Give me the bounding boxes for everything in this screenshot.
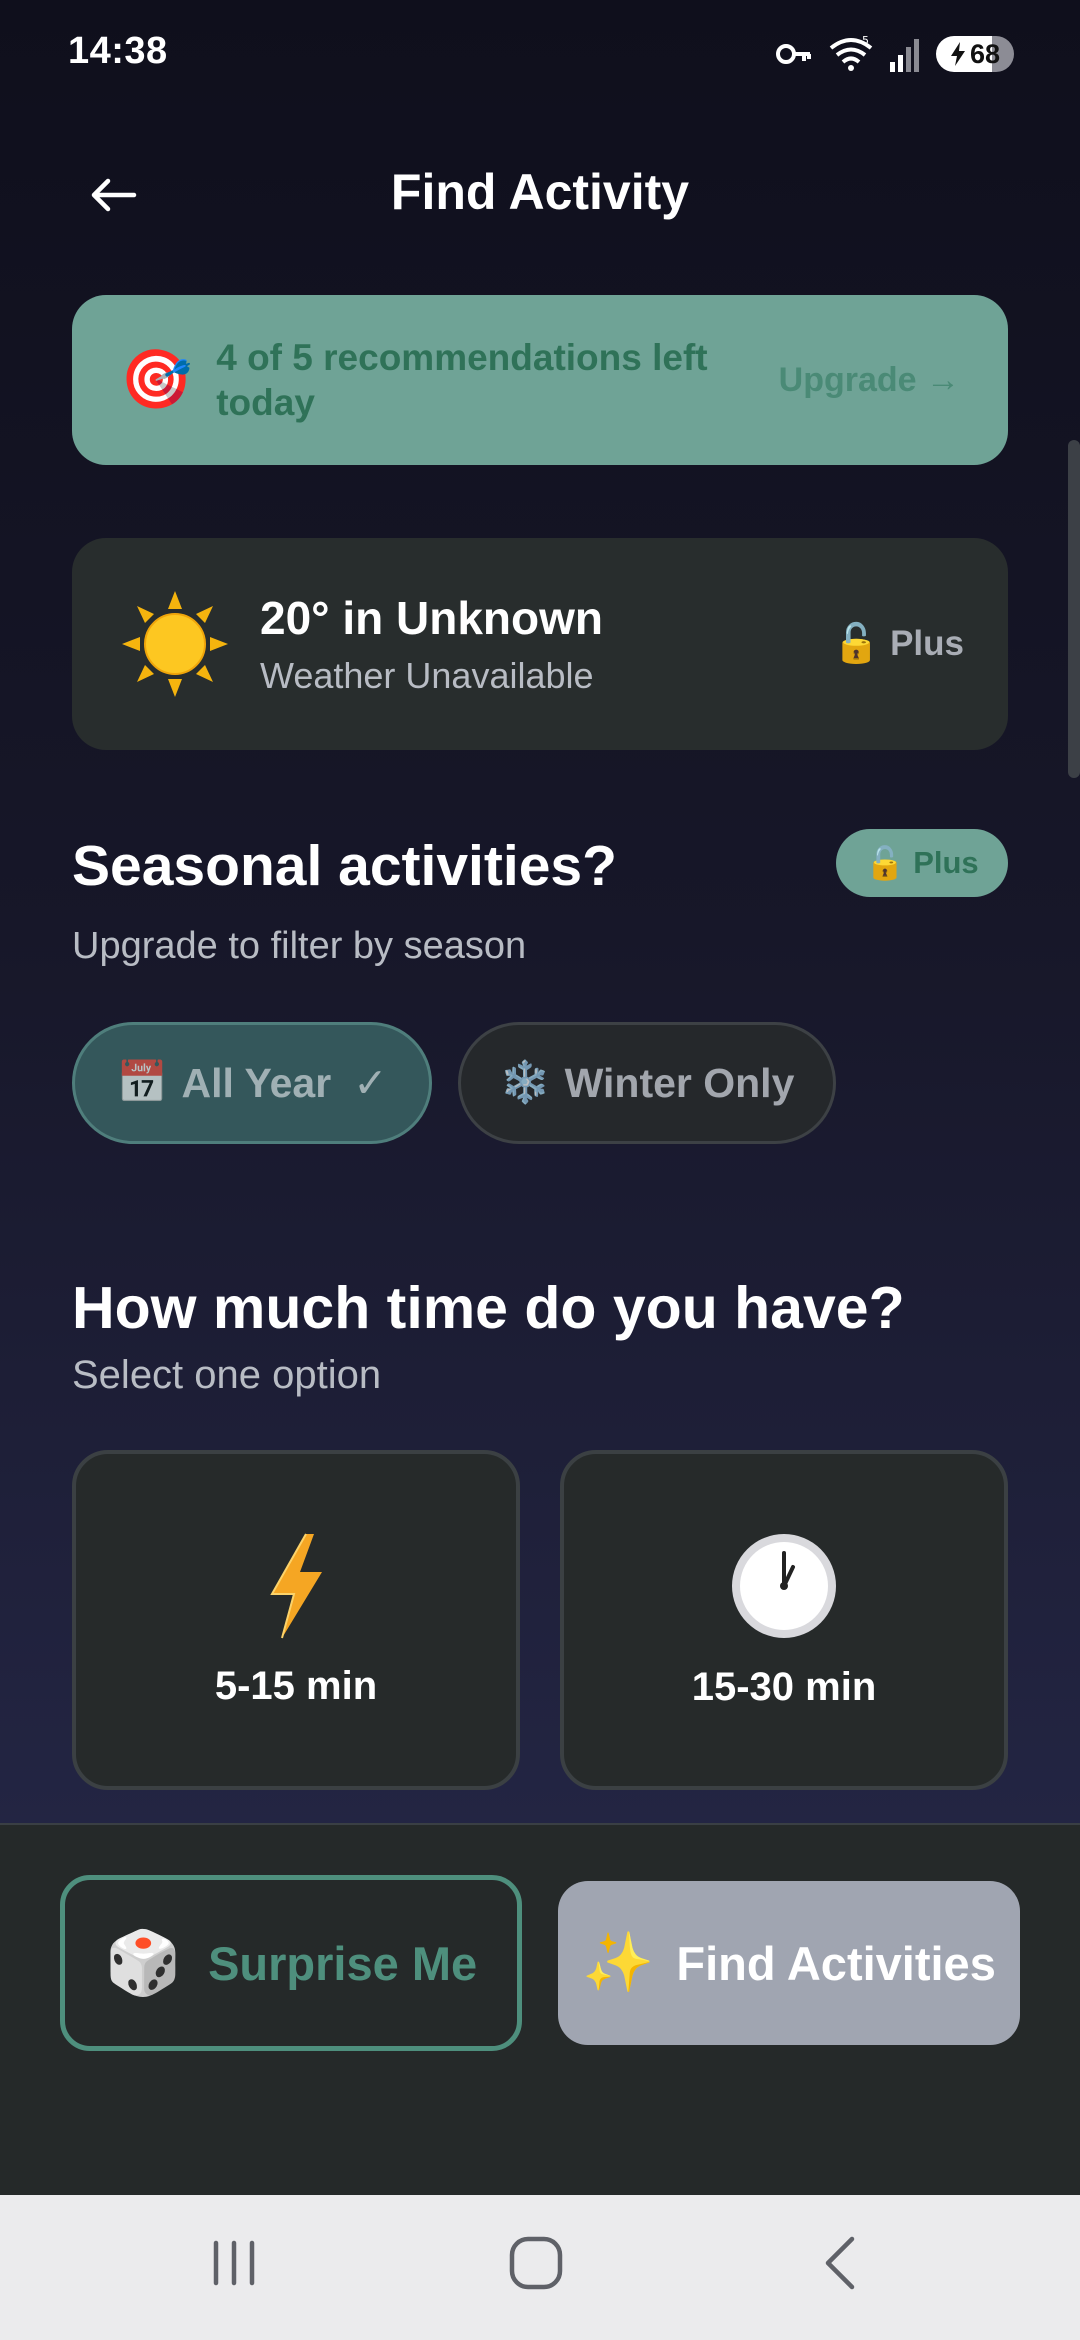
unlock-icon: 🔓 — [865, 845, 906, 881]
seasonal-subtitle: Upgrade to filter by season — [72, 925, 527, 967]
weather-card[interactable]: 20° in Unknown Weather Unavailable 🔓 Plu… — [72, 538, 1008, 750]
calendar-icon: 📅 — [116, 1059, 168, 1105]
find-activities-label: Find Activities — [676, 1936, 996, 1990]
dice-icon: 🎲 — [104, 1928, 183, 1998]
wifi-icon: 5 — [829, 34, 873, 71]
page-title: Find Activity — [390, 164, 690, 220]
find-activities-button[interactable]: ✨ Find Activities — [558, 1881, 1020, 2045]
signal-icon — [889, 39, 919, 72]
time-option-label: 15-30 min — [691, 1664, 877, 1709]
status-time: 14:38 — [68, 30, 168, 72]
unlock-icon: 🔓 — [832, 623, 881, 665]
battery-level: 68 — [969, 38, 1000, 69]
recent-apps-icon[interactable] — [206, 2235, 262, 2291]
snowflake-icon: ❄️ — [499, 1059, 551, 1105]
seasonal-plus-badge[interactable]: 🔓 Plus — [836, 829, 1008, 897]
weather-status: Weather Unavailable — [260, 655, 594, 696]
surprise-me-button[interactable]: 🎲 Surprise Me — [60, 1875, 522, 2051]
home-icon[interactable] — [508, 2235, 564, 2291]
target-icon: 🎯 — [120, 347, 193, 412]
sparkles-icon: ✨ — [582, 1930, 655, 1995]
recommendations-count: 4 of 5 recommendations left today — [216, 336, 708, 423]
weather-temperature: 20° in Unknown — [260, 592, 603, 644]
battery-indicator: 68 — [935, 36, 1014, 72]
scrollbar[interactable] — [1068, 440, 1080, 778]
time-subtitle: Select one option — [72, 1353, 382, 1397]
weather-plus-label: Plus — [890, 624, 964, 663]
season-option-all-year[interactable]: 📅 All Year ✓ — [72, 1022, 432, 1144]
checkmark-icon: ✓ — [353, 1060, 388, 1106]
season-option-label: Winter Only — [564, 1059, 795, 1106]
recommendations-banner[interactable]: 🎯 4 of 5 recommendations left today Upgr… — [72, 295, 1008, 465]
battery-charging-icon — [950, 42, 965, 66]
sun-icon — [122, 591, 228, 697]
time-option-15-30[interactable]: 15-30 min — [560, 1450, 1008, 1790]
season-option-winter-only[interactable]: ❄️ Winter Only — [458, 1022, 836, 1144]
clock-icon — [732, 1533, 836, 1638]
season-option-label: All Year — [181, 1059, 332, 1106]
back-icon[interactable] — [812, 2235, 868, 2291]
surprise-me-label: Surprise Me — [208, 1936, 478, 1990]
time-title: How much time do you have? — [72, 1275, 905, 1341]
seasonal-plus-label: Plus — [913, 845, 979, 880]
upgrade-link[interactable]: Upgrade → — [779, 361, 960, 400]
vpn-key-icon — [775, 44, 811, 64]
weather-plus-badge[interactable]: 🔓 Plus — [833, 622, 964, 666]
weather-info: 20° in Unknown Weather Unavailable — [260, 591, 603, 697]
system-navigation-bar — [0, 2195, 1080, 2340]
seasonal-title: Seasonal activities? — [72, 834, 617, 898]
svg-text:5: 5 — [862, 34, 869, 47]
time-option-5-15[interactable]: 5-15 min — [72, 1450, 520, 1790]
lightning-icon — [270, 1533, 322, 1638]
time-option-label: 5-15 min — [214, 1663, 378, 1708]
status-icons: 5 68 — [774, 34, 1014, 74]
